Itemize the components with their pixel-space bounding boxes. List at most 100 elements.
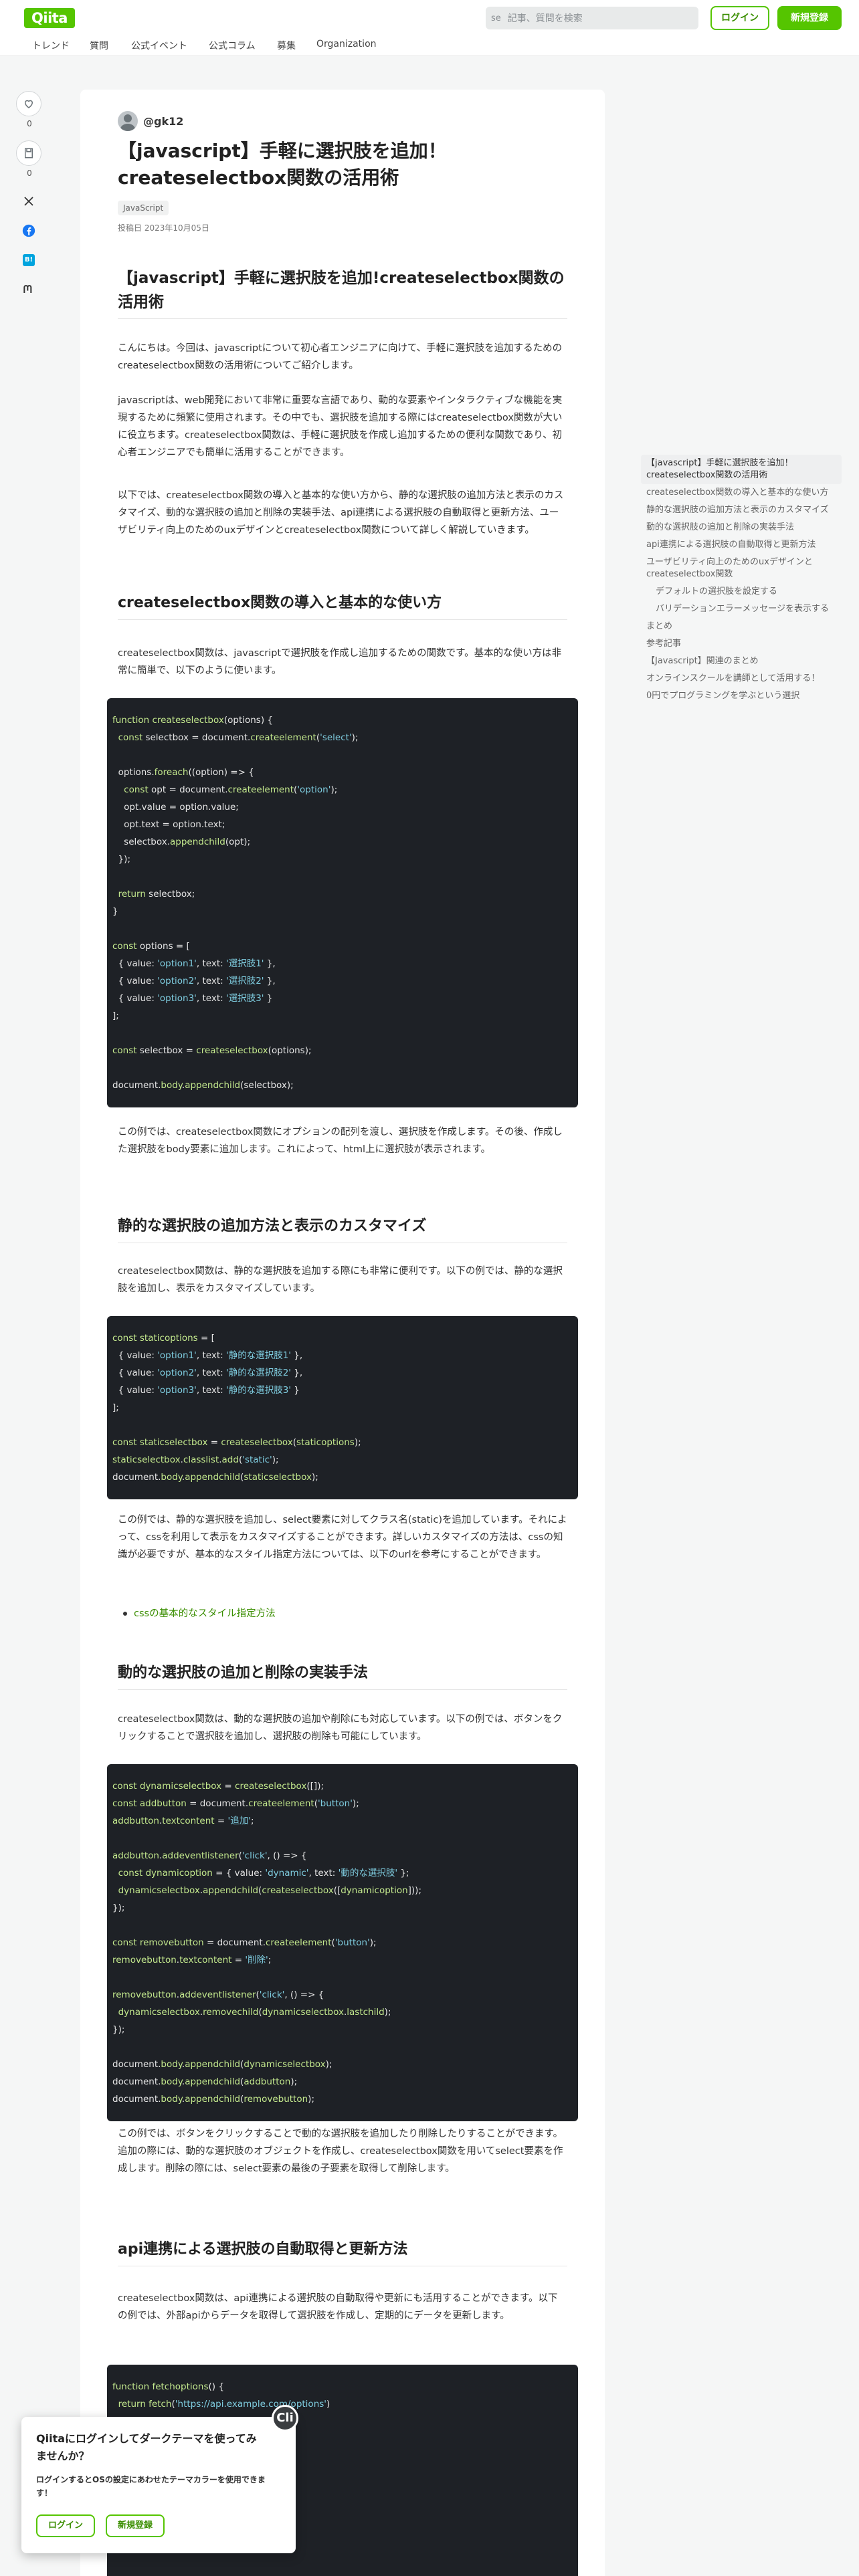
toc-item[interactable]: 【javascript】手軽に選択肢を追加！createselectbox関数の… [641,455,842,484]
close-button[interactable]: Cli [272,2405,298,2432]
section-basic-after: この例では、createselectbox関数にオプションの配列を渡し、選択肢を… [118,1127,563,1155]
popup-signup-button[interactable]: 新規登録 [106,2514,165,2537]
toc-item[interactable]: ユーザビリティ向上のためのuxデザインとcreateselectbox関数 [641,554,842,583]
intro-paragraph-2: javascriptは、web開発において非常に重要な言語であり、動的な要素やイ… [118,395,563,458]
tag-javascript[interactable]: JavaScript [118,201,169,215]
action-rail: 0 0 B! [16,91,43,308]
section-dynamic-after: この例では、ボタンをクリックすることで動的な選択肢を追加したり削除したりすること… [118,2129,563,2174]
code-block-dynamic[interactable]: const dynamicselectbox = createselectbox… [107,1764,578,2121]
code-line: addbutton.addeventlistener('click', () =… [112,1850,307,1861]
like-button[interactable] [16,91,41,116]
toc-item[interactable]: デフォルトの選択肢を設定する [641,583,842,601]
code-line: { value: 'option1', text: '静的な選択肢1' }, [112,1350,303,1361]
stock-button[interactable] [16,140,41,166]
table-of-contents: 【javascript】手軽に選択肢を追加！createselectbox関数の… [641,455,842,705]
page-title: 【javascript】手軽に選択肢を追加！createselectbox関数の… [118,140,447,189]
hatena-bookmark-icon[interactable]: B! [16,249,41,272]
section-api-paragraph: createselectbox関数は、api連携による選択肢の自動取得や更新にも… [118,2293,558,2321]
code-line: staticselectbox.classlist.add('static'); [112,1455,279,1465]
code-line: return selectbox; [118,889,195,899]
author-name[interactable]: @gk12 [143,115,183,128]
mastodon-share-icon[interactable] [16,278,41,301]
like-count: 0 [27,119,32,128]
search-input[interactable]: se 記事、質問を検索 [486,7,698,29]
posted-date: 投稿日 2023年10月05日 [118,223,209,233]
code-line: const opt = document.createelement('opti… [124,784,338,795]
toc-item[interactable]: 0円でプログラミングを学ぶという選択 [641,687,842,705]
nav-recruit[interactable]: 募集 [277,39,296,52]
popup-text: ログインするとOSの設定にあわせたテーマカラーを使用できます！ [36,2475,266,2498]
section-dynamic-paragraph: createselectbox関数は、動的な選択肢の追加や削除にも対応しています… [118,1714,563,1742]
nav-questions[interactable]: 質問 [90,39,108,52]
code-line: { value: 'option3', text: '選択肢3' } [112,993,273,1004]
code-line: document.body.appendchild(addbutton); [112,2076,298,2087]
code-line: { value: 'option2', text: '選択肢2' }, [112,976,276,986]
code-line: document.body.appendchild(staticselectbo… [112,1472,318,1483]
facebook-share-icon[interactable] [16,219,41,242]
code-line: const staticselectbox = createselectbox(… [112,1437,361,1448]
author-block[interactable]: @gk12 [118,111,183,131]
code-line: { value: 'option3', text: '静的な選択肢3' } [112,1385,300,1396]
code-line: }); [112,854,130,865]
popup-title: Qiitaにログインしてダークテーマを使ってみませんか？ [36,2432,257,2462]
site-header: Qiita se 記事、質問を検索 ログイン 新規登録 [0,0,859,35]
code-block-static[interactable]: const staticoptions = [ { value: 'option… [107,1316,578,1499]
code-line: { value: 'option2', text: '静的な選択肢2' }, [112,1368,303,1378]
search-placeholder: 記事、質問を検索 [507,13,583,24]
section-basic-paragraph: createselectbox関数は、javascriptで選択肢を作成し追加す… [118,648,562,676]
toc-item[interactable]: 参考記事 [641,635,842,653]
code-line: }); [112,2024,125,2035]
code-line: } [112,906,118,917]
search-shortcut-hint: se [491,13,501,23]
x-share-icon[interactable] [16,190,41,213]
login-button[interactable]: ログイン [710,6,769,30]
code-line: const addbutton = document.createelement… [112,1798,359,1809]
code-line: function createselectbox(options) { [112,715,273,726]
code-line: dynamicselectbox.removechild(dynamicsele… [118,2007,391,2018]
nav-events[interactable]: 公式イベント [131,39,187,52]
code-line: removebutton.addeventlistener('click', (… [112,1990,324,2000]
code-line: options.foreach((option) => { [118,767,254,778]
toc-item[interactable]: createselectbox関数の導入と基本的な使い方 [641,484,842,502]
code-line: addbutton.textcontent = '追加'; [112,1816,254,1826]
code-line: const removebutton = document.createelem… [112,1937,377,1948]
toc-item[interactable]: バリデーションエラーメッセージを表示する [641,601,842,618]
code-line: }); [112,1903,125,1913]
global-nav: トレンド 質問 公式イベント 公式コラム 募集 Organization [0,35,859,56]
code-line: return fetch('https://api.example.com/op… [118,2399,330,2409]
heart-icon [24,100,33,108]
toc-item[interactable]: 動的な選択肢の追加と削除の実装手法 [641,519,842,536]
code-line: const selectbox = createselectbox(option… [112,1045,312,1056]
code-line: document.body.appendchild(dynamicselectb… [112,2059,332,2070]
css-style-link[interactable]: cssの基本的なスタイル指定方法 [134,1608,276,1619]
popup-actions: ログイン 新規登録 [36,2514,175,2537]
list-item: cssの基本的なスタイル指定方法 [118,1605,567,1622]
nav-trend[interactable]: トレンド [32,39,70,52]
toc-item[interactable]: api連携による選択肢の自動取得と更新方法 [641,536,842,554]
code-line: const dynamicselectbox = createselectbox… [112,1781,324,1792]
intro-paragraph-1: こんにちは。今回は、javascriptについて初心者エンジニアに向けて、手軽に… [118,343,563,371]
popup-login-button[interactable]: ログイン [36,2514,96,2537]
toc-item[interactable]: 【Javascript】関連のまとめ [641,653,842,670]
nav-columns[interactable]: 公式コラム [209,39,256,52]
toc-item[interactable]: 静的な選択肢の追加方法と表示のカスタマイズ [641,502,842,519]
code-block-basic[interactable]: function createselectbox(options) { cons… [107,698,578,1107]
signup-button[interactable]: 新規登録 [777,6,842,30]
section-heading-api: api連携による選択肢の自動取得と更新方法 [118,2239,567,2266]
qiita-logo[interactable]: Qiita [24,8,75,28]
code-line: const staticoptions = [ [112,1333,215,1344]
folder-icon [25,148,33,158]
code-line: ]; [112,1402,119,1413]
nav-organization[interactable]: Organization [316,39,377,49]
toc-item[interactable]: まとめ [641,618,842,635]
toc-item[interactable]: オンラインスクールを講師として活用する！ [641,670,842,687]
code-line: const dynamicoption = { value: 'dynamic'… [118,1868,409,1879]
article-card: @gk12 【javascript】手軽に選択肢を追加！createselect… [80,90,605,2576]
section-heading-static: 静的な選択肢の追加方法と表示のカスタマイズ [118,1216,567,1243]
